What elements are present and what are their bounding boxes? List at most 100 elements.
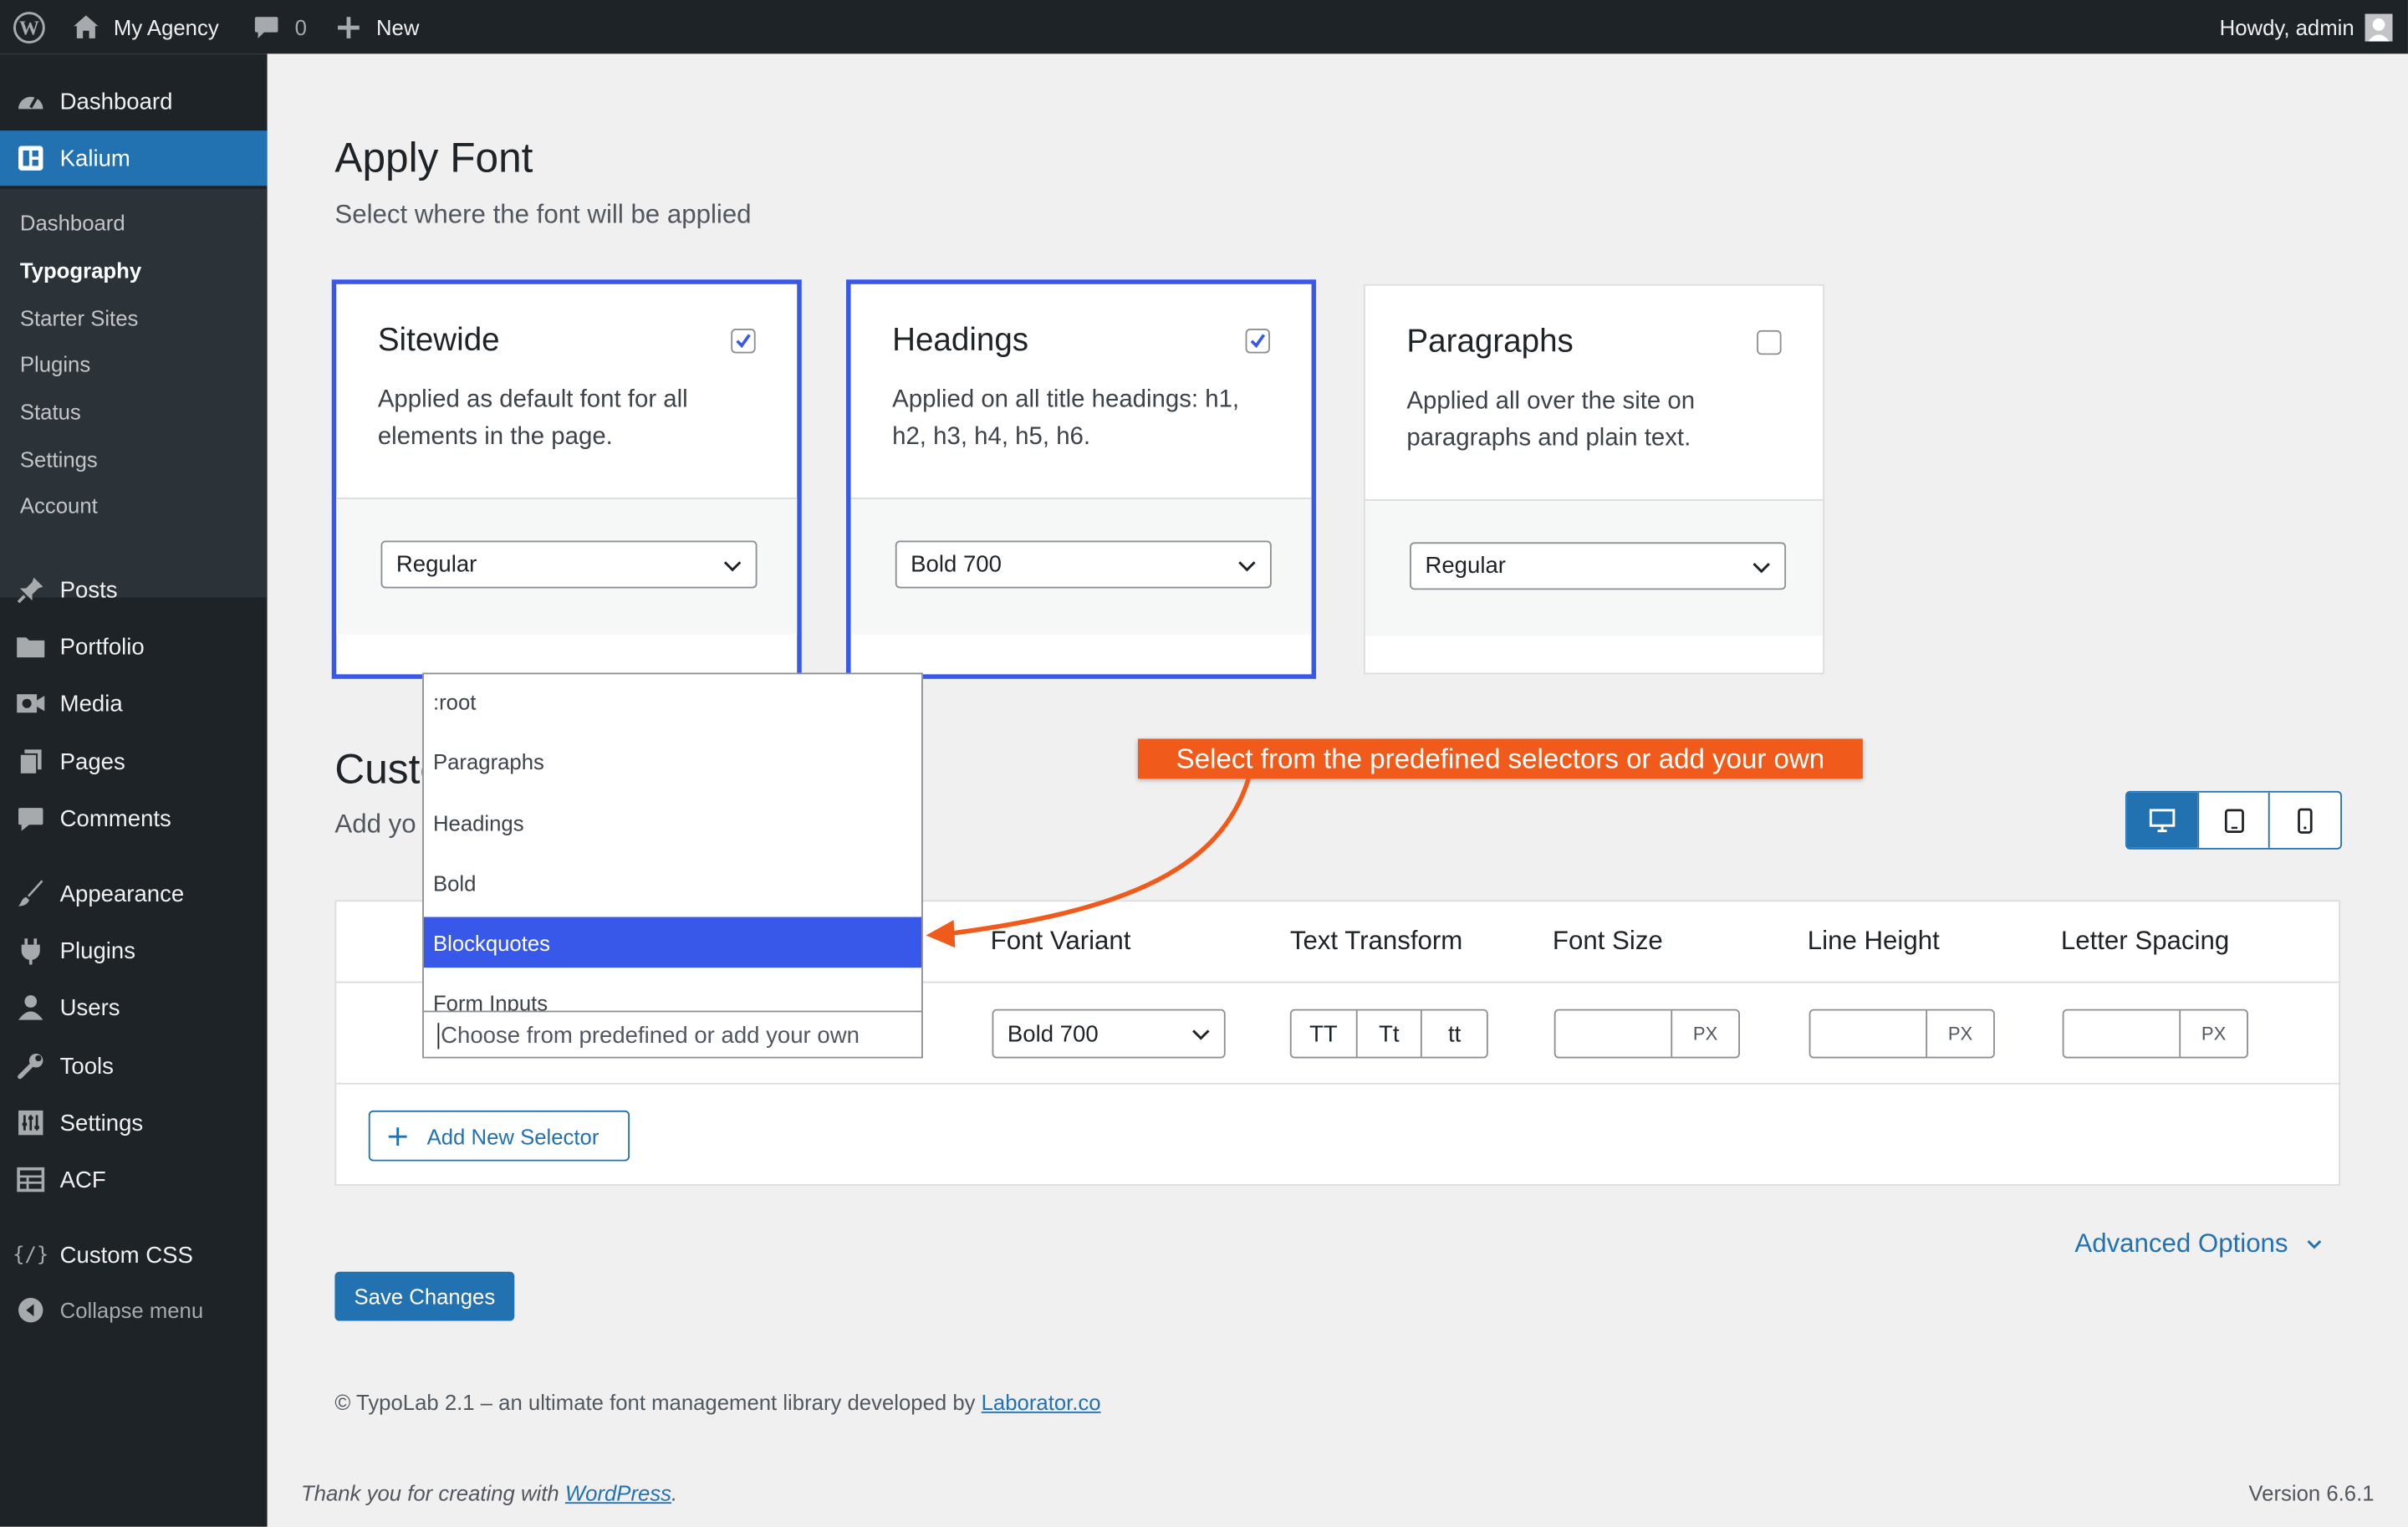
wp-version: Version 6.6.1 <box>2248 1480 2375 1505</box>
wordpress-logo-icon[interactable]: W <box>13 0 46 54</box>
text-transform-group: TT Tt tt <box>1289 1009 1488 1059</box>
add-new-selector-button[interactable]: Add New Selector <box>368 1110 630 1162</box>
card-paragraphs[interactable]: Paragraphs Applied all over the site on … <box>1363 283 1824 675</box>
home-icon <box>72 14 99 40</box>
dropdown-option-highlighted[interactable]: Blockquotes <box>423 917 922 968</box>
variant-select[interactable]: Regular <box>1410 542 1787 590</box>
menu-kalium[interactable]: Kalium <box>0 130 268 186</box>
menu-label: Users <box>59 994 120 1021</box>
new-label: New <box>375 14 420 39</box>
headings-checkbox[interactable] <box>1245 329 1270 354</box>
variant-select[interactable]: Regular <box>380 540 758 589</box>
font-size-input[interactable] <box>1556 1010 1673 1057</box>
letter-spacing-field: PX <box>2062 1009 2248 1059</box>
menu-custom-css[interactable]: {/} Custom CSS <box>0 1228 268 1283</box>
selector-dropdown: :root Paragraphs Headings Bold Blockquot… <box>422 672 923 1059</box>
menu-pages[interactable]: Pages <box>0 734 268 789</box>
menu-label: Settings <box>59 1110 144 1136</box>
dropdown-option[interactable]: Bold <box>424 857 921 908</box>
card-description: Applied as default font for all elements… <box>377 386 688 451</box>
collapse-menu-button[interactable]: Collapse menu <box>0 1283 268 1338</box>
collapse-arrow-icon <box>15 1295 46 1325</box>
column-header: Letter Spacing <box>2060 926 2230 956</box>
submenu-typography[interactable]: Typography <box>20 258 141 283</box>
selector-search-input[interactable]: Choose from predefined or add your own <box>423 1010 922 1057</box>
card-sitewide[interactable]: Sitewide Applied as default font for all… <box>331 279 802 679</box>
menu-acf[interactable]: ACF <box>0 1152 268 1208</box>
submenu-status[interactable]: Status <box>20 400 81 424</box>
new-content-link[interactable]: New <box>336 0 419 54</box>
chevron-down-icon <box>1752 563 1770 574</box>
menu-settings[interactable]: Settings <box>0 1095 268 1151</box>
wordpress-link[interactable]: WordPress <box>565 1481 671 1505</box>
mobile-view-button[interactable] <box>2268 792 2341 848</box>
menu-users[interactable]: Users <box>0 980 268 1035</box>
save-changes-button[interactable]: Save Changes <box>334 1271 515 1321</box>
variant-value: Regular <box>1425 553 1506 580</box>
dropdown-option[interactable]: :root <box>424 676 921 727</box>
table-divider <box>334 1082 2341 1085</box>
menu-label: Portfolio <box>59 633 145 660</box>
chevron-down-icon <box>723 561 742 572</box>
card-title: Sitewide <box>377 322 500 358</box>
card-description: Applied all over the site on paragraphs … <box>1406 388 1696 452</box>
submenu-account[interactable]: Account <box>20 493 98 518</box>
menu-portfolio[interactable]: Portfolio <box>0 619 268 674</box>
footer-thanks: Thank you for creating with WordPress. <box>301 1481 677 1505</box>
sitewide-checkbox[interactable] <box>731 329 756 354</box>
checkmark-icon <box>1250 334 1266 349</box>
submenu-settings[interactable]: Settings <box>20 447 98 471</box>
account-menu[interactable]: Howdy, admin <box>2220 0 2393 54</box>
menu-label: Dashboard <box>59 88 173 115</box>
input-placeholder: Choose from predefined or add your own <box>441 1022 860 1049</box>
column-header: Font Size <box>1552 926 1663 956</box>
media-camera-icon <box>15 688 46 719</box>
tablet-view-button[interactable] <box>2196 792 2269 848</box>
letter-spacing-input[interactable] <box>2064 1010 2181 1057</box>
dashboard-gauge-icon <box>15 86 46 117</box>
site-name-link[interactable]: My Agency <box>72 0 219 54</box>
column-header: Text Transform <box>1289 926 1463 956</box>
menu-media[interactable]: Media <box>0 676 268 731</box>
device-switcher <box>2125 790 2342 850</box>
menu-posts[interactable]: Posts <box>0 562 268 617</box>
menu-plugins[interactable]: Plugins <box>0 923 268 978</box>
submenu-plugins[interactable]: Plugins <box>20 352 90 376</box>
menu-comments[interactable]: Comments <box>0 791 268 846</box>
thanks-text: Thank you for creating with <box>300 1480 565 1505</box>
line-height-input[interactable] <box>1810 1010 1928 1057</box>
column-header: Line Height <box>1807 926 1940 956</box>
settings-sliders-icon <box>15 1107 46 1138</box>
menu-label: Media <box>59 690 123 717</box>
callout-label: Select from the predefined selectors or … <box>1137 738 1863 779</box>
submenu-dashboard[interactable]: Dashboard <box>20 211 125 235</box>
advanced-options-toggle[interactable]: Advanced Options <box>2074 1228 2322 1259</box>
dropdown-option[interactable]: Headings <box>424 797 921 848</box>
line-height-field: PX <box>1809 1009 1995 1059</box>
variant-value: Bold 700 <box>911 551 1002 578</box>
howdy-text: Howdy, admin <box>2219 14 2354 39</box>
laborator-link[interactable]: Laborator.co <box>982 1390 1101 1414</box>
menu-tools[interactable]: Tools <box>0 1039 268 1094</box>
unit-label[interactable]: PX <box>1927 1011 1993 1057</box>
plus-icon <box>388 1126 407 1146</box>
comments-link[interactable]: 0 <box>253 0 307 54</box>
variant-select[interactable]: Bold 700 <box>895 540 1272 589</box>
menu-appearance[interactable]: Appearance <box>0 866 268 922</box>
lowercase-button[interactable]: tt <box>1421 1010 1487 1057</box>
comment-bubble-icon <box>253 14 279 38</box>
paragraphs-checkbox[interactable] <box>1757 329 1782 355</box>
card-headings[interactable]: Headings Applied on all title headings: … <box>846 279 1317 679</box>
menu-dashboard[interactable]: Dashboard <box>0 74 268 129</box>
plugin-credit: © TypoLab 2.1 – an ultimate font managem… <box>334 1390 1100 1414</box>
page-title: Apply Font <box>334 135 533 181</box>
submenu-starter-sites[interactable]: Starter Sites <box>20 306 138 330</box>
admin-sidebar: Dashboard Kalium Dashboard Typography St… <box>0 54 268 1527</box>
capitalize-button[interactable]: Tt <box>1355 1010 1421 1057</box>
dropdown-option[interactable]: Paragraphs <box>424 736 921 787</box>
row-variant-select[interactable]: Bold 700 <box>992 1009 1226 1059</box>
desktop-view-button[interactable] <box>2126 792 2197 848</box>
uppercase-button[interactable]: TT <box>1292 1011 1356 1057</box>
unit-label[interactable]: PX <box>2181 1011 2247 1057</box>
unit-label[interactable]: PX <box>1672 1011 1738 1057</box>
